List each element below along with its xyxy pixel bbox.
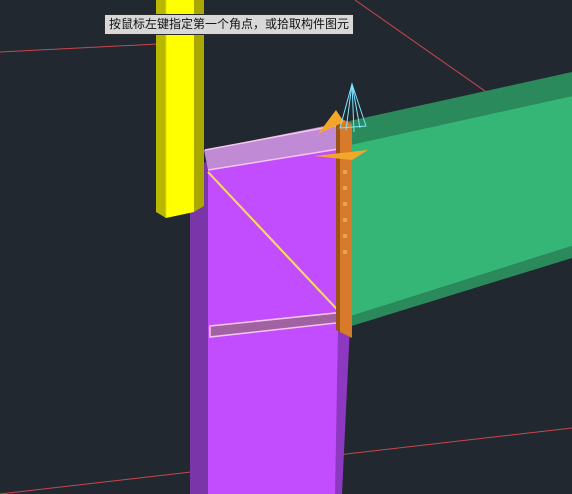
grid-line-left [0,43,159,53]
steel-beam[interactable] [345,72,572,328]
end-plate-edge [336,116,340,332]
model-scene[interactable] [0,0,572,494]
bolt [343,202,347,206]
command-prompt-tooltip: 按鼠标左键指定第一个角点，或拾取构件图元 [104,14,355,35]
bolt [343,218,347,222]
bolt [343,250,347,254]
steel-column[interactable] [190,122,350,494]
bolt [343,170,347,174]
end-plate[interactable] [336,116,352,338]
3d-viewport[interactable]: 按鼠标左键指定第一个角点，或拾取构件图元 [0,0,572,494]
bolt [343,234,347,238]
end-plate-face [340,118,352,338]
bolt [343,186,347,190]
